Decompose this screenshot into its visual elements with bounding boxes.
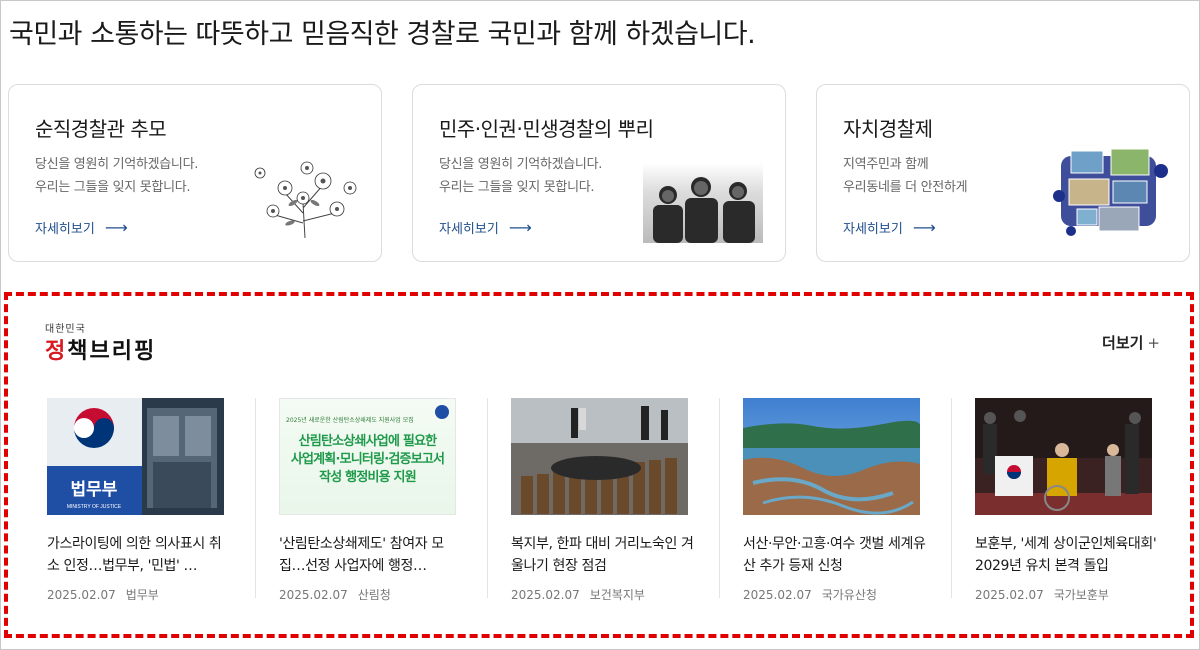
news-meta: 2025.02.07 법무부: [47, 586, 159, 603]
card-memorial[interactable]: 순직경찰관 추모 당신을 영원히 기억하겠습니다. 우리는 그들을 잊지 못합니…: [8, 84, 382, 262]
news-title: '산림탄소상쇄제도' 참여자 모집…선정 사업자에 행정…: [279, 536, 444, 574]
card-description: 당신을 영원히 기억하겠습니다. 우리는 그들을 잊지 못합니다.: [439, 153, 602, 199]
news-source: 국가보훈부: [1053, 588, 1109, 602]
flower-illustration: [254, 161, 357, 239]
news-thumbnail: 2025년 새로운한 산림탄소상쇄제도 지원사업 모집 산림탄소상쇄사업에 필요…: [279, 398, 456, 515]
news-source: 보건복지부: [589, 588, 645, 602]
card-description: 당신을 영원히 기억하겠습니다. 우리는 그들을 잊지 못합니다.: [35, 153, 198, 199]
page-slogan: 국민과 소통하는 따뜻하고 믿음직한 경찰로 국민과 함께 하겠습니다.: [9, 19, 756, 50]
detail-link[interactable]: 자세히보기 ⟶: [35, 218, 128, 237]
detail-link-label: 자세히보기: [35, 222, 95, 237]
news-item[interactable]: 2025년 새로운한 산림탄소상쇄제도 지원사업 모집 산림탄소상쇄사업에 필요…: [279, 398, 494, 604]
policy-briefing-section: 대한민국 정책브리핑 더보기 + 법무부 MINISTRY OF JUSTICE …: [4, 292, 1194, 638]
card-desc-line: 지역주민과 함께: [843, 157, 929, 172]
card-desc-line: 당신을 영원히 기억하겠습니다.: [439, 157, 603, 172]
card-desc-line: 우리동네를 더 안전하게: [843, 180, 968, 195]
card-title: 순직경찰관 추모: [35, 117, 167, 141]
town-collage-illustration: [1053, 148, 1168, 236]
news-thumbnail: [511, 398, 688, 515]
thumbnail-headline: 사업계획·모니터링·검증보고서: [290, 452, 445, 467]
card-title: 자치경찰제: [843, 117, 933, 141]
news-source: 법무부: [125, 588, 159, 602]
news-source: 국가유산청: [821, 588, 877, 602]
detail-link[interactable]: 자세히보기 ⟶: [843, 218, 936, 237]
news-meta: 2025.02.07 국가보훈부: [975, 586, 1109, 603]
news-date: 2025.02.07: [511, 588, 580, 602]
news-title: 보훈부, '세계 상이군인체육대회' 2029년 유치 본격 돌입: [975, 536, 1157, 574]
news-source: 산림청: [357, 588, 391, 602]
news-item[interactable]: 복지부, 한파 대비 거리노숙인 겨울나기 현장 점검 2025.02.07 보건…: [511, 398, 726, 604]
news-meta: 2025.02.07 보건복지부: [511, 586, 645, 603]
svg-text:MINISTRY OF JUSTICE: MINISTRY OF JUSTICE: [67, 504, 122, 510]
emblem-icon: [435, 405, 449, 419]
news-title: 서산·무안·고흥·여수 갯벌 세계유산 추가 등재 신청: [743, 536, 926, 574]
card-desc-line: 당신을 영원히 기억하겠습니다.: [35, 157, 199, 172]
card-desc-line: 우리는 그들을 잊지 못합니다.: [439, 180, 595, 195]
svg-text:법무부: 법무부: [71, 480, 118, 499]
arrow-right-icon: ⟶: [912, 218, 936, 237]
card-description: 지역주민과 함께 우리동네를 더 안전하게: [843, 153, 968, 199]
feature-cards: 순직경찰관 추모 당신을 영원히 기억하겠습니다. 우리는 그들을 잊지 못합니…: [8, 84, 1191, 262]
detail-link-label: 자세히보기: [439, 222, 499, 237]
card-title: 민주·인권·민생경찰의 뿌리: [439, 117, 654, 141]
news-meta: 2025.02.07 국가유산청: [743, 586, 877, 603]
divider: [487, 398, 488, 598]
divider: [255, 398, 256, 598]
detail-link-label: 자세히보기: [843, 222, 903, 237]
news-thumbnail: [743, 398, 920, 515]
divider: [951, 398, 952, 598]
news-meta: 2025.02.07 산림청: [279, 586, 391, 603]
detail-link[interactable]: 자세히보기 ⟶: [439, 218, 532, 237]
news-thumbnail: [975, 398, 1152, 515]
thumbnail-caption: 2025년 새로운한 산림탄소상쇄제도 지원사업 모집: [286, 417, 414, 424]
news-date: 2025.02.07: [975, 588, 1044, 602]
news-item[interactable]: 보훈부, '세계 상이군인체육대회' 2029년 유치 본격 돌입 2025.0…: [975, 398, 1190, 604]
arrow-right-icon: ⟶: [104, 218, 128, 237]
news-title: 가스라이팅에 의한 의사표시 취소 인정…법무부, '민법' …: [47, 536, 222, 574]
news-item[interactable]: 서산·무안·고흥·여수 갯벌 세계유산 추가 등재 신청 2025.02.07 국…: [743, 398, 958, 604]
news-date: 2025.02.07: [279, 588, 348, 602]
news-date: 2025.02.07: [47, 588, 116, 602]
news-date: 2025.02.07: [743, 588, 812, 602]
card-local-police[interactable]: 자치경찰제 지역주민과 함께 우리동네를 더 안전하게 자세히보기 ⟶: [816, 84, 1190, 262]
more-button[interactable]: 더보기 +: [1102, 332, 1160, 353]
news-thumbnail: 법무부 MINISTRY OF JUSTICE: [47, 398, 224, 515]
news-title: 복지부, 한파 대비 거리노숙인 겨울나기 현장 점검: [511, 536, 694, 574]
card-police-roots[interactable]: 민주·인권·민생경찰의 뿌리 당신을 영원히 기억하겠습니다. 우리는 그들을 …: [412, 84, 786, 262]
historic-portrait-photo: [643, 163, 763, 243]
arrow-right-icon: ⟶: [508, 218, 532, 237]
divider: [719, 398, 720, 598]
news-item[interactable]: 법무부 MINISTRY OF JUSTICE 가스라이팅에 의한 의사표시 취…: [47, 398, 262, 604]
policy-briefing-logo[interactable]: 정책브리핑: [45, 333, 156, 365]
thumbnail-headline: 산림탄소상쇄사업에 필요한: [298, 434, 437, 449]
thumbnail-headline: 작성 행정비용 지원: [319, 470, 417, 485]
more-label: 더보기: [1102, 334, 1144, 352]
card-desc-line: 우리는 그들을 잊지 못합니다.: [35, 180, 191, 195]
plus-icon: +: [1147, 334, 1160, 352]
